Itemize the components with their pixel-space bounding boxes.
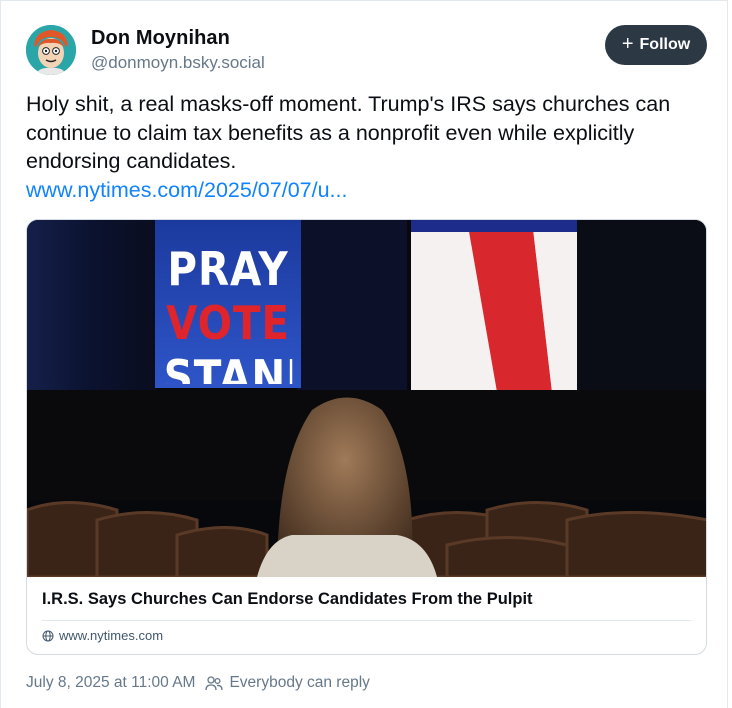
avatar[interactable] (26, 25, 76, 75)
follow-button[interactable]: + Follow (605, 25, 707, 65)
sign-word-pray: PRAY (167, 242, 289, 296)
people-icon (205, 676, 224, 691)
post-meta: July 8, 2025 at 11:00 AM Everybody can r… (26, 674, 370, 692)
reply-setting[interactable]: Everybody can reply (205, 674, 370, 692)
card-image[interactable]: PRAY VOTE STAND (27, 220, 706, 577)
card-divider (42, 620, 691, 621)
post-container: Don Moynihan @donmoyn.bsky.social + Foll… (0, 0, 728, 708)
author-name[interactable]: Don Moynihan (91, 27, 230, 50)
post-timestamp[interactable]: July 8, 2025 at 11:00 AM (26, 674, 195, 692)
card-domain-text: www.nytimes.com (59, 628, 164, 643)
post-text: Holy shit, a real masks-off moment. Trum… (26, 90, 706, 204)
sign-word-stand: STAND (163, 350, 292, 384)
plus-icon: + (621, 33, 634, 55)
screen-sign: PRAY VOTE STAND (164, 242, 292, 384)
card-title[interactable]: I.R.S. Says Churches Can Endorse Candida… (42, 590, 533, 609)
rally-photo (27, 220, 706, 577)
avatar-illustration (26, 25, 76, 75)
reply-setting-label: Everybody can reply (229, 674, 370, 691)
globe-icon (42, 630, 54, 641)
author-handle[interactable]: @donmoyn.bsky.social (91, 53, 265, 73)
post-body: Holy shit, a real masks-off moment. Trum… (26, 92, 671, 173)
card-domain: www.nytimes.com (42, 628, 163, 643)
post-link[interactable]: www.nytimes.com/2025/07/07/u... (26, 176, 706, 205)
follow-button-label: Follow (639, 36, 691, 53)
link-preview-card[interactable]: PRAY VOTE STAND I.R.S. Says Churches Can… (26, 219, 707, 655)
sign-word-vote: VOTE (166, 296, 290, 350)
